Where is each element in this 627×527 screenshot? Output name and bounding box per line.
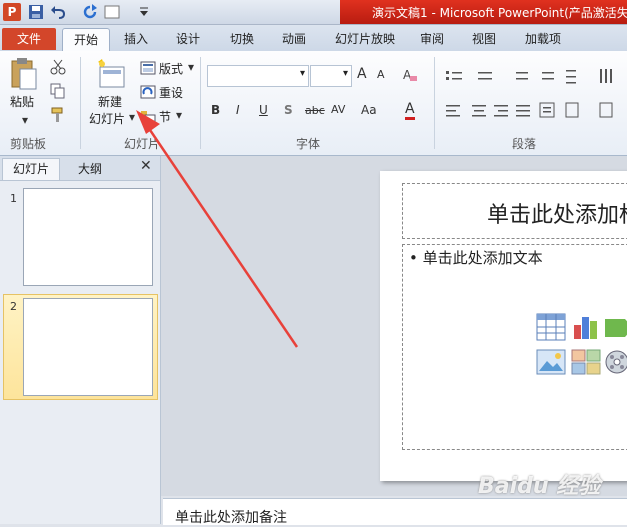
ribbon-tab-row: 文件 开始 插入 设计 切换 动画 幻灯片放映 审阅 视图 加载项 bbox=[0, 25, 627, 51]
tab-review[interactable]: 审阅 bbox=[412, 28, 452, 50]
insert-table-icon[interactable] bbox=[536, 313, 566, 341]
app-title: 演示文稿1 - Microsoft PowerPoint(产品激活失 bbox=[372, 6, 627, 20]
format-painter-icon[interactable] bbox=[50, 107, 66, 123]
tab-transitions[interactable]: 切换 bbox=[222, 28, 262, 50]
redo-icon[interactable] bbox=[82, 4, 98, 20]
grow-font-button[interactable]: A bbox=[357, 66, 367, 82]
new-slide-icon[interactable] bbox=[96, 59, 126, 89]
paragraph-group-label: 段落 bbox=[512, 137, 537, 151]
slide-number: 2 bbox=[10, 300, 17, 313]
clear-format-icon[interactable]: A bbox=[402, 67, 418, 83]
layout-button[interactable]: 版式 bbox=[159, 60, 183, 77]
font-color-button[interactable]: A bbox=[405, 101, 415, 120]
slide-edit-area: 单击此处添加标 • 单击此处添加文本 bbox=[161, 156, 627, 496]
char-spacing-button[interactable]: AV bbox=[331, 103, 345, 116]
layout-icon[interactable] bbox=[140, 61, 156, 75]
new-slide-dropdown-icon[interactable]: ▾ bbox=[129, 110, 135, 124]
slide-thumbnail-2[interactable] bbox=[23, 298, 153, 396]
strikethrough-button[interactable]: abc bbox=[305, 104, 325, 117]
content-placeholder[interactable]: • 单击此处添加文本 bbox=[402, 244, 627, 450]
change-case-button[interactable]: Aa bbox=[361, 103, 377, 117]
reset-icon[interactable] bbox=[140, 85, 156, 99]
save-icon[interactable] bbox=[28, 4, 44, 20]
separator bbox=[80, 57, 81, 149]
font-group-label: 字体 bbox=[296, 137, 321, 151]
notes-placeholder: 单击此处添加备注 bbox=[175, 510, 287, 526]
chevron-down-icon: ▾ bbox=[299, 68, 305, 79]
new-slide-line1[interactable]: 新建 bbox=[98, 93, 122, 110]
slides-group-label: 幻灯片 bbox=[124, 137, 161, 151]
paragraph-controls[interactable] bbox=[444, 67, 624, 127]
section-dropdown-icon[interactable]: ▾ bbox=[176, 108, 182, 122]
separator bbox=[434, 57, 435, 149]
tab-outline[interactable]: 大纲 bbox=[62, 160, 118, 177]
section-icon[interactable] bbox=[140, 109, 156, 123]
slide-thumbnail-1[interactable] bbox=[23, 188, 153, 286]
tab-addins[interactable]: 加载项 bbox=[518, 28, 568, 50]
shrink-font-button[interactable]: A bbox=[377, 68, 385, 81]
ribbon-home: 粘贴 ▾ 剪贴板 新建 幻灯片 ▾ 版式 ▾ 重设 节 ▾ 幻灯片 ▾ ▾ A … bbox=[0, 51, 627, 156]
undo-icon[interactable] bbox=[50, 4, 66, 20]
reset-button[interactable]: 重设 bbox=[159, 84, 183, 101]
slide-number: 1 bbox=[10, 192, 17, 205]
tab-slideshow[interactable]: 幻灯片放映 bbox=[328, 28, 402, 50]
slide-canvas[interactable]: 单击此处添加标 • 单击此处添加文本 bbox=[380, 171, 627, 481]
tab-slides[interactable]: 幻灯片 bbox=[2, 158, 60, 180]
separator bbox=[200, 57, 201, 149]
slides-panel: 幻灯片 大纲 ✕ 1 2 bbox=[0, 156, 161, 524]
insert-media-icon[interactable] bbox=[605, 347, 627, 377]
new-slide-line2[interactable]: 幻灯片 bbox=[89, 110, 125, 127]
notes-pane[interactable]: 单击此处添加备注 bbox=[163, 498, 627, 526]
cut-icon[interactable] bbox=[50, 59, 66, 75]
powerpoint-logo-icon[interactable]: P bbox=[3, 3, 21, 21]
panel-tabs: 幻灯片 大纲 ✕ bbox=[0, 156, 160, 181]
font-size-select[interactable]: ▾ bbox=[310, 65, 352, 87]
baidu-watermark: Baidu 经验 bbox=[478, 474, 601, 499]
paste-icon[interactable] bbox=[10, 57, 38, 91]
bold-button[interactable]: B bbox=[211, 103, 220, 117]
customize-toolbar-icon[interactable] bbox=[136, 4, 152, 20]
shadow-button[interactable]: S bbox=[284, 103, 293, 117]
insert-clipart-icon[interactable] bbox=[571, 349, 601, 375]
clipboard-group-label: 剪贴板 bbox=[10, 137, 47, 151]
font-family-select[interactable]: ▾ bbox=[207, 65, 309, 87]
copy-icon[interactable] bbox=[50, 83, 66, 99]
title-placeholder-text: 单击此处添加标 bbox=[487, 203, 627, 228]
slideshow-quick-icon[interactable] bbox=[104, 4, 120, 20]
tab-home[interactable]: 开始 bbox=[62, 28, 110, 51]
tab-view[interactable]: 视图 bbox=[464, 28, 504, 50]
insert-picture-icon[interactable] bbox=[536, 349, 566, 375]
paste-button[interactable]: 粘贴 bbox=[10, 93, 34, 110]
insert-chart-icon[interactable] bbox=[571, 311, 601, 341]
tab-design[interactable]: 设计 bbox=[168, 28, 208, 50]
italic-button[interactable]: I bbox=[236, 103, 240, 117]
paste-dropdown-icon[interactable]: ▾ bbox=[22, 113, 28, 127]
underline-button[interactable]: U bbox=[259, 103, 268, 117]
title-placeholder[interactable]: 单击此处添加标 bbox=[402, 183, 627, 239]
tab-file[interactable]: 文件 bbox=[2, 28, 56, 50]
content-placeholder-text: • 单击此处添加文本 bbox=[409, 249, 543, 267]
close-icon[interactable]: ✕ bbox=[140, 158, 152, 174]
tab-animations[interactable]: 动画 bbox=[274, 28, 314, 50]
title-bar: P 演示文稿1 - Microsoft PowerPoint(产品激活失 bbox=[0, 0, 627, 25]
section-button[interactable]: 节 bbox=[159, 108, 171, 125]
layout-dropdown-icon[interactable]: ▾ bbox=[188, 60, 194, 74]
tab-insert[interactable]: 插入 bbox=[116, 28, 156, 50]
insert-smartart-icon[interactable] bbox=[605, 315, 627, 341]
chevron-down-icon: ▾ bbox=[342, 68, 348, 79]
